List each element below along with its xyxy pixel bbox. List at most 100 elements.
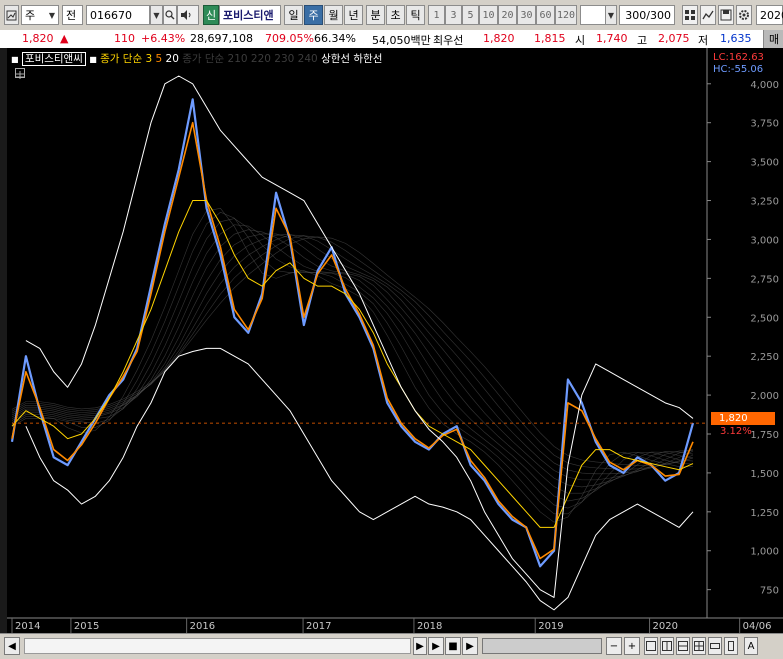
price-chart[interactable]: 4,000 3,750 3,500 3,250 3,000 2,750 2,500 2,250… <box>7 48 783 633</box>
hc-value: HC:-55.06 <box>713 64 764 75</box>
code-input[interactable]: 016670 <box>86 5 150 25</box>
x-tick-label: 2018 <box>417 621 442 632</box>
layout-grid-icon <box>678 641 688 651</box>
interval-button[interactable]: 1 <box>428 5 445 25</box>
current-price-box: 1,820 <box>711 412 775 425</box>
tab-month[interactable]: 월 <box>324 5 343 25</box>
interval-dropdown-button[interactable]: ▼ <box>605 5 617 25</box>
interval-button[interactable]: 60 <box>536 5 555 25</box>
code-input-value: 016670 <box>90 8 132 22</box>
market-select[interactable]: 주 ▼ <box>21 5 59 25</box>
date-value: 2020 <box>760 8 783 22</box>
layout-button-6[interactable] <box>724 637 738 655</box>
y-tick-label: 1,500 <box>750 469 779 480</box>
arrow-right-icon: ▶ <box>466 640 474 652</box>
play-button[interactable]: ▶ <box>428 637 444 655</box>
interval-button[interactable]: 5 <box>462 5 479 25</box>
tab-minute[interactable]: 분 <box>366 5 385 25</box>
amount-value: 54,050백만 <box>372 34 431 47</box>
up-arrow-icon: ▲ <box>60 32 69 45</box>
layout-button-4[interactable] <box>692 637 706 655</box>
table-icon <box>16 71 24 79</box>
trade-side-button[interactable]: 매 <box>763 30 783 48</box>
high-value: 2,075 <box>658 32 690 45</box>
plus-icon: + <box>627 640 637 652</box>
tab-tick[interactable]: 틱 <box>406 5 425 25</box>
change-pct-value: +6.43% <box>141 32 186 45</box>
legend-stock-name[interactable]: 포비스티앤씨 <box>21 52 86 66</box>
interval-button[interactable]: 3 <box>445 5 462 25</box>
legend-square-icon: ■ <box>89 55 97 64</box>
nav-left-button[interactable]: ◀ <box>4 637 20 655</box>
ma-fan-line <box>11 224 694 502</box>
layout-button-2[interactable] <box>660 637 674 655</box>
stock-name-field[interactable]: 포비스티앤 <box>219 5 281 25</box>
count-value: 300 <box>625 8 647 22</box>
zoom-out-button[interactable]: − <box>606 637 622 655</box>
sma20-series-line <box>11 200 694 528</box>
scroll-right-button[interactable]: ▶ <box>413 637 427 655</box>
layout-button-5[interactable] <box>708 637 722 655</box>
y-tick-label: 3,000 <box>750 235 779 246</box>
y-tick-label: 1,000 <box>750 547 779 558</box>
price-series-line <box>10 98 695 568</box>
turnover-value: 66.34% <box>314 32 356 45</box>
tab-day[interactable]: 일 <box>284 5 303 25</box>
x-tick-label: 2019 <box>538 621 563 632</box>
zoom-slider[interactable] <box>482 638 602 654</box>
high-label: 고 <box>637 34 648 47</box>
interval-button[interactable]: 10 <box>479 5 498 25</box>
legend-sma20: 20 <box>165 53 179 65</box>
interval-button[interactable]: 30 <box>517 5 536 25</box>
chevron-down-icon: ▼ <box>153 10 160 20</box>
interval-button[interactable]: 20 <box>498 5 517 25</box>
mode-select[interactable]: 전 <box>62 5 83 25</box>
layout-button-3[interactable] <box>676 637 690 655</box>
search-icon <box>165 10 175 20</box>
volume-ratio-value: 709.05% <box>265 32 314 45</box>
chart-scrollbar[interactable] <box>24 638 411 654</box>
chart-canvas: 4,000 3,750 3,500 3,250 3,000 2,750 2,500 2,250… <box>7 48 783 633</box>
legend-lower-limit: 하한선 <box>353 53 383 65</box>
new-badge: 신 <box>203 5 219 25</box>
legend-long-sma: 종가 단순 210 220 230 240 <box>182 53 318 65</box>
y-tick-label: 750 <box>760 586 779 597</box>
low-label: 저 <box>698 34 709 47</box>
save-button[interactable] <box>718 5 734 25</box>
arrow-left-icon: ◀ <box>8 640 16 652</box>
tab-week[interactable]: 주 <box>304 5 323 25</box>
interval-label: 20 <box>501 9 514 21</box>
settings-grid-button[interactable] <box>682 5 698 25</box>
y-tick-label: 2,500 <box>750 313 779 324</box>
lc-value: LC:162.63 <box>713 52 764 63</box>
interval-button[interactable]: 120 <box>555 5 577 25</box>
layout-button-1[interactable] <box>644 637 658 655</box>
tab-second-label: 초 <box>390 9 401 22</box>
tab-year[interactable]: 년 <box>344 5 363 25</box>
count-input[interactable]: 300/300 <box>619 5 675 25</box>
code-dropdown-button[interactable]: ▼ <box>150 5 163 25</box>
x-tick-label: 04/06 <box>743 621 772 632</box>
trend-button[interactable] <box>700 5 716 25</box>
interval-label: 3 <box>450 9 457 21</box>
date-input[interactable]: 2020 <box>756 5 783 25</box>
sound-button[interactable] <box>177 5 199 25</box>
axis-group <box>7 48 783 633</box>
legend-sma-label[interactable]: 종가 단순 <box>100 53 142 65</box>
gear-button[interactable] <box>736 5 752 25</box>
search-button[interactable] <box>163 5 177 25</box>
new-badge-label: 신 <box>205 9 217 22</box>
table-toggle-icon[interactable] <box>15 68 25 79</box>
chart-type-icon[interactable] <box>4 5 19 25</box>
chevron-down-icon: ▼ <box>607 10 615 20</box>
zoom-in-button[interactable]: + <box>624 637 640 655</box>
forward-button[interactable]: ▶ <box>462 637 478 655</box>
open-label: 시 <box>575 34 586 47</box>
y-tick-label: 2,000 <box>750 391 779 402</box>
layout-icon <box>646 641 656 651</box>
stop-button[interactable]: ■ <box>445 637 461 655</box>
price-value: 1,820 <box>22 32 54 45</box>
y-tick-label: 3,250 <box>750 197 779 208</box>
tab-second[interactable]: 초 <box>386 5 405 25</box>
font-button[interactable]: A <box>744 637 758 655</box>
